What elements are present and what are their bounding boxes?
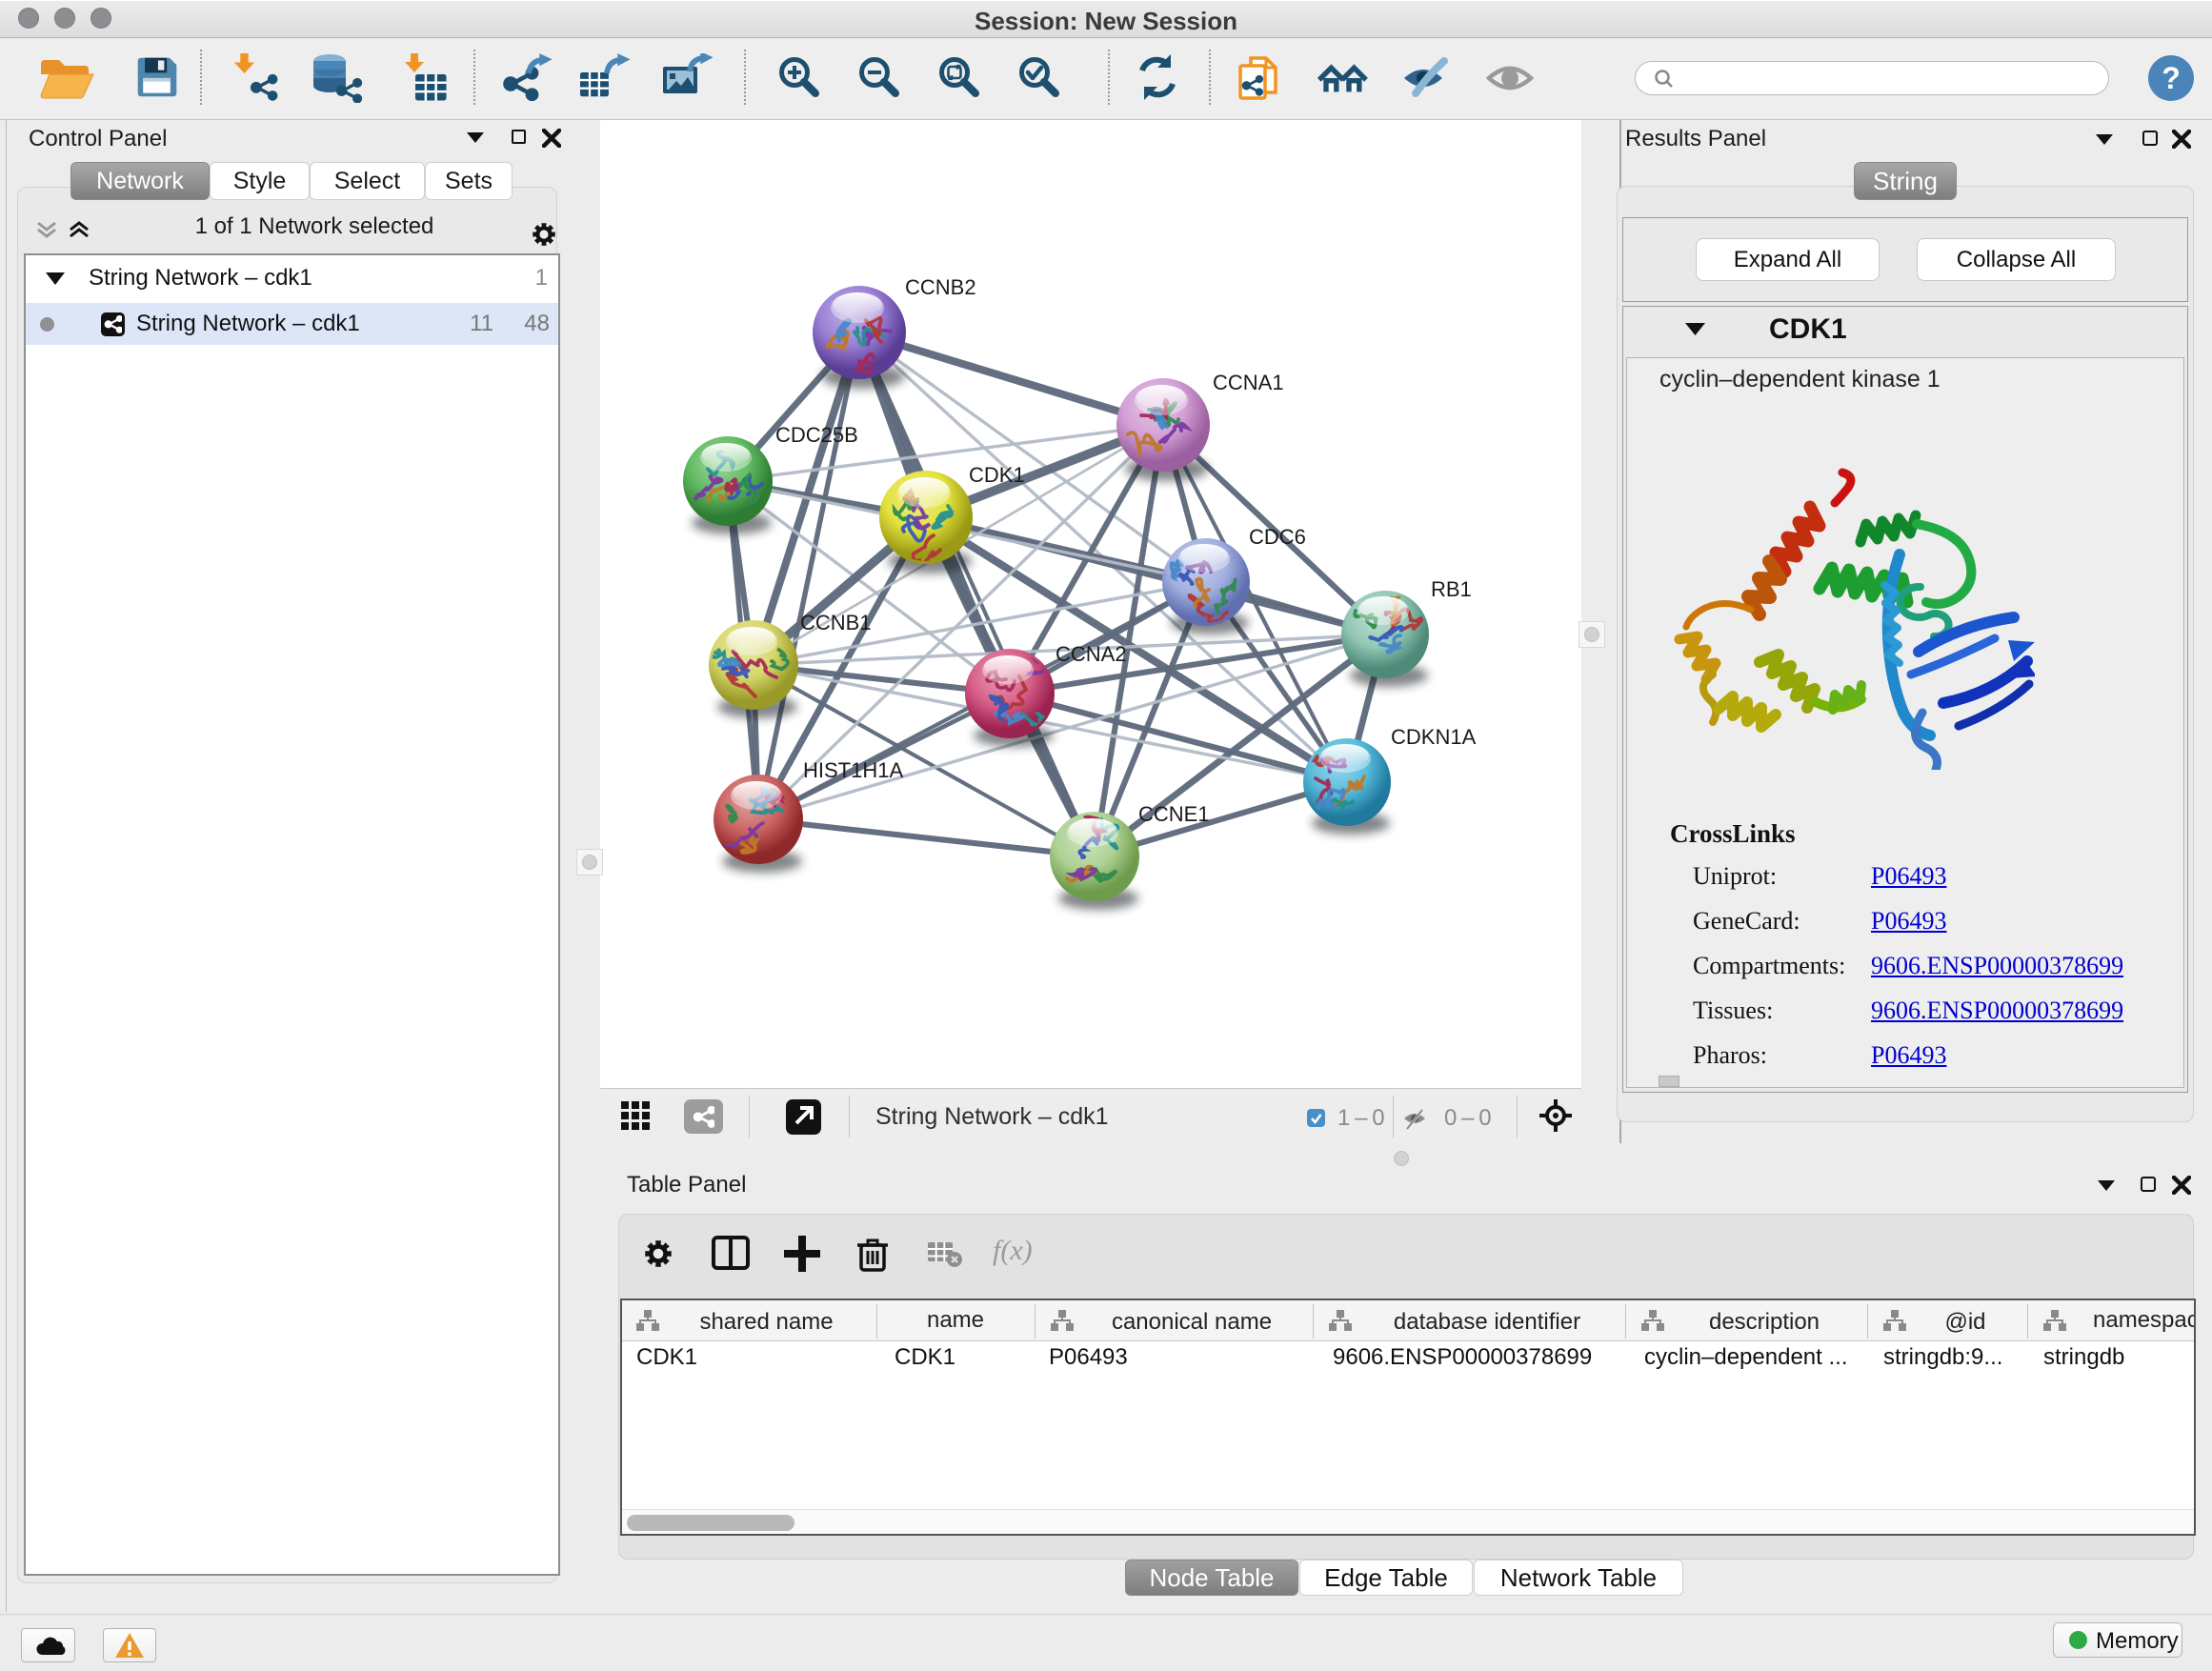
svg-text:CCNA1: CCNA1 — [1213, 371, 1284, 394]
svg-text:CDC6: CDC6 — [1249, 525, 1306, 549]
svg-text:CDK1: CDK1 — [969, 463, 1025, 487]
svg-text:CDKN1A: CDKN1A — [1391, 725, 1477, 749]
svg-text:HIST1H1A: HIST1H1A — [803, 758, 903, 782]
svg-text:CCNA2: CCNA2 — [1056, 642, 1127, 666]
svg-text:CCNB1: CCNB1 — [800, 611, 872, 634]
svg-text:CCNE1: CCNE1 — [1138, 802, 1210, 826]
svg-text:RB1: RB1 — [1431, 577, 1472, 601]
svg-text:CDC25B: CDC25B — [775, 423, 858, 447]
svg-text:CCNB2: CCNB2 — [905, 275, 976, 299]
